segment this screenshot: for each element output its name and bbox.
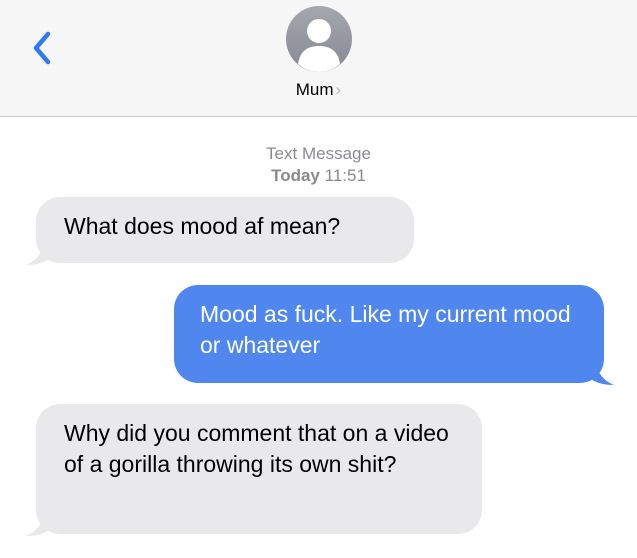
chevron-left-icon [33,31,51,65]
message-text: Why did you comment that on a video of a… [64,420,449,477]
bubble-tail [26,237,52,265]
conversation-header: Mum › [0,0,637,117]
contact-avatar[interactable] [286,6,352,72]
contact-name-button[interactable]: Mum › [0,80,637,100]
chevron-right-icon: › [335,80,342,99]
person-silhouette-icon [298,19,340,72]
message-text: Mood as fuck. Like my current mood or wh… [200,301,571,358]
contact-name: Mum [295,80,334,99]
service-label: Text Message [266,144,371,163]
back-button[interactable] [26,28,60,68]
incoming-message-bubble[interactable]: Why did you comment that on a video of a… [26,404,482,536]
timestamp-day: Today [271,166,320,185]
outgoing-message-bubble[interactable]: Mood as fuck. Like my current mood or wh… [174,285,614,385]
message-text: What does mood af mean? [64,213,341,239]
message-timestamp: Today 11:51 [0,166,637,186]
incoming-message-bubble[interactable]: What does mood af mean? [26,197,414,265]
bubble-tail [588,357,614,385]
timestamp-time: 11:51 [324,166,366,185]
bubble-tail [26,508,52,536]
